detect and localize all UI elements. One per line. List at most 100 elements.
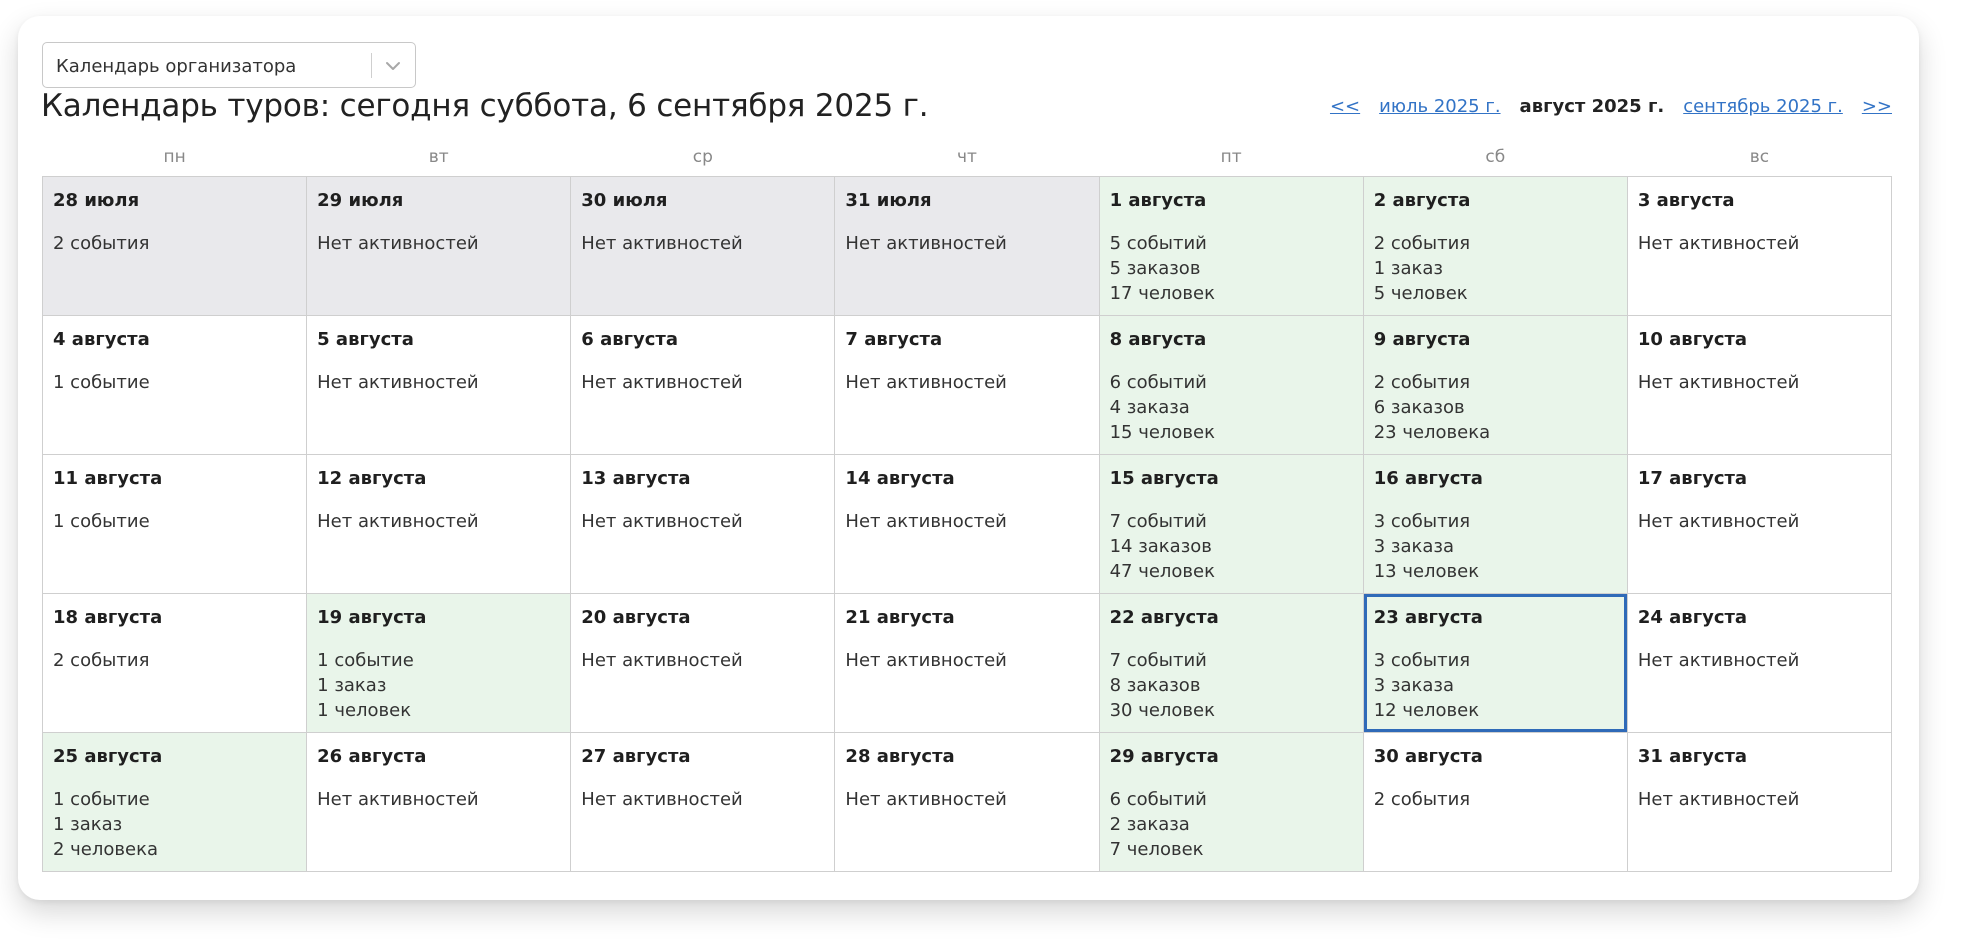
day-stat-line: 6 событий [1109, 789, 1207, 810]
day-stat-line: 6 заказов [1373, 397, 1465, 418]
calendar-day-cell[interactable]: 3 августа Нет активностей [1626, 176, 1893, 316]
day-date-label: 24 августа [1637, 607, 1748, 628]
day-stat-line: 47 человек [1109, 561, 1215, 582]
day-stat-line: Нет активностей [1637, 789, 1800, 810]
calendar-day-cell[interactable]: 19 августа 1 событие 1 заказ 1 человек [306, 593, 572, 733]
day-stat-line: Нет активностей [317, 372, 479, 393]
next-next-link[interactable]: >> [1862, 96, 1892, 117]
calendar-day-cell[interactable]: 28 июля 2 события [41, 176, 308, 316]
calendar-type-select-value: Календарь организатора [56, 56, 297, 77]
calendar-week-row: 11 августа 1 событие 12 августа Нет активно… [41, 454, 1893, 594]
calendar-day-cell[interactable]: 18 августа 2 события [41, 593, 308, 733]
calendar-day-cell[interactable]: 21 августа Нет активностей [834, 593, 1100, 733]
calendar-day-cell[interactable]: 6 августа Нет активностей [570, 315, 836, 455]
calendar-grid: пн вт ср чт пт сб вс 28 июля 2 события 29 … [41, 138, 1893, 872]
calendar-day-cell[interactable]: 1 августа 5 событий 5 заказов 17 человек [1098, 176, 1364, 316]
calendar-day-cell[interactable]: 14 августа Нет активностей [834, 454, 1100, 594]
calendar-day-cell[interactable]: 20 августа Нет активностей [570, 593, 836, 733]
calendar-day-cell[interactable]: 29 июля Нет активностей [306, 176, 572, 316]
calendar-day-cell[interactable]: 27 августа Нет активностей [570, 732, 836, 872]
calendar-day-cell[interactable]: 22 августа 7 событий 8 заказов 30 человек [1098, 593, 1364, 733]
day-date-label: 25 августа [53, 746, 163, 767]
weekday-wed: ср [692, 147, 713, 167]
day-stat-line: Нет активностей [1637, 511, 1800, 532]
page-title: Календарь туров: сегодня суббота, 6 сент… [41, 88, 929, 124]
calendar-day-cell[interactable]: 31 августа Нет активностей [1626, 732, 1893, 872]
calendar-day-cell[interactable]: 8 августа 6 событий 4 заказа 15 человек [1098, 315, 1364, 455]
calendar-day-cell[interactable]: 4 августа 1 событие [41, 315, 308, 455]
calendar-day-cell[interactable]: 15 августа 7 событий 14 заказов 47 человек [1098, 454, 1364, 594]
calendar-week-row: 28 июля 2 события 29 июля Нет активностей 30… [41, 176, 1893, 316]
day-date-label: 26 августа [317, 746, 427, 767]
calendar-day-cell[interactable]: 2 августа 2 события 1 заказ 5 человек [1362, 176, 1628, 316]
calendar-day-cell[interactable]: 23 августа 3 события 3 заказа 12 человек [1362, 593, 1628, 733]
calendar-day-cell[interactable]: 9 августа 2 события 6 заказов 23 человека [1362, 315, 1628, 455]
day-date-label: 8 августа [1109, 329, 1207, 350]
calendar-day-cell[interactable]: 25 августа 1 событие 1 заказ 2 человека [41, 732, 308, 872]
chevron-down-icon[interactable] [380, 55, 406, 77]
day-date-label: 18 августа [53, 607, 163, 628]
day-stat-line: 2 события [1373, 233, 1471, 254]
day-stat-line: Нет активностей [845, 233, 1007, 254]
day-date-label: 17 августа [1637, 468, 1748, 489]
calendar-day-cell[interactable]: 30 июля Нет активностей [570, 176, 836, 316]
current-month-label: август 2025 г. [1519, 96, 1665, 117]
day-date-label: 12 августа [317, 468, 427, 489]
calendar-day-cell[interactable]: 26 августа Нет активностей [306, 732, 572, 872]
day-stat-line: 2 события [1373, 789, 1471, 810]
day-date-label: 10 августа [1637, 329, 1748, 350]
day-date-label: 2 августа [1373, 190, 1471, 211]
calendar-day-cell[interactable]: 5 августа Нет активностей [306, 315, 572, 455]
calendar-type-select[interactable]: Календарь организатора [42, 42, 416, 88]
day-stat-line: Нет активностей [1637, 233, 1800, 254]
calendar-week-row: 4 августа 1 событие 5 августа Нет активност… [41, 315, 1893, 455]
day-stat-line: Нет активностей [581, 650, 743, 671]
day-date-label: 28 июля [53, 190, 140, 211]
day-date-label: 19 августа [317, 607, 427, 628]
day-date-label: 11 августа [53, 468, 163, 489]
calendar-day-cell[interactable]: 10 августа Нет активностей [1626, 315, 1893, 455]
day-date-label: 1 августа [1109, 190, 1207, 211]
day-date-label: 16 августа [1373, 468, 1483, 489]
day-date-label: 20 августа [581, 607, 691, 628]
day-stat-line: 15 человек [1109, 422, 1215, 443]
day-stat-line: 2 события [1373, 372, 1471, 393]
day-date-label: 22 августа [1109, 607, 1219, 628]
day-stat-line: 3 события [1373, 650, 1471, 671]
prev-prev-link[interactable]: << [1330, 96, 1360, 117]
prev-month-link[interactable]: июль 2025 г. [1379, 96, 1500, 117]
day-date-label: 28 августа [845, 746, 955, 767]
calendar-day-cell[interactable]: 24 августа Нет активностей [1626, 593, 1893, 733]
day-stat-line: 13 человек [1373, 561, 1480, 582]
day-date-label: 21 августа [845, 607, 955, 628]
calendar-day-cell[interactable]: 17 августа Нет активностей [1626, 454, 1893, 594]
calendar-day-cell[interactable]: 11 августа 1 событие [41, 454, 308, 594]
day-date-label: 27 августа [581, 746, 691, 767]
next-month-link[interactable]: сентябрь 2025 г. [1683, 96, 1843, 117]
calendar-week-row: 25 августа 1 событие 1 заказ 2 человека 26 а… [41, 732, 1893, 872]
day-stat-line: 14 заказов [1109, 536, 1212, 557]
day-stat-line: 4 заказа [1109, 397, 1190, 418]
day-stat-line: 12 человек [1373, 700, 1480, 721]
day-stat-line: Нет активностей [1637, 650, 1800, 671]
weekday-thu: чт [957, 147, 977, 167]
day-stat-line: 2 заказа [1109, 814, 1190, 835]
day-date-label: 13 августа [581, 468, 691, 489]
calendar-day-cell[interactable]: 31 июля Нет активностей [834, 176, 1100, 316]
day-stat-line: 1 заказ [53, 814, 123, 835]
day-stat-line: Нет активностей [581, 789, 743, 810]
day-date-label: 9 августа [1373, 329, 1471, 350]
day-date-label: 7 августа [845, 329, 943, 350]
calendar-day-cell[interactable]: 30 августа 2 события [1362, 732, 1628, 872]
calendar-day-cell[interactable]: 7 августа Нет активностей [834, 315, 1100, 455]
day-stat-line: 1 событие [317, 650, 414, 671]
weekday-fri: пт [1220, 147, 1242, 167]
day-stat-line: 1 событие [53, 789, 150, 810]
day-stat-line: Нет активностей [581, 511, 743, 532]
calendar-day-cell[interactable]: 29 августа 6 событий 2 заказа 7 человек [1098, 732, 1364, 872]
calendar-day-cell[interactable]: 28 августа Нет активностей [834, 732, 1100, 872]
calendar-day-cell[interactable]: 16 августа 3 события 3 заказа 13 человек [1362, 454, 1628, 594]
calendar-day-cell[interactable]: 13 августа Нет активностей [570, 454, 836, 594]
calendar-day-cell[interactable]: 12 августа Нет активностей [306, 454, 572, 594]
day-stat-line: 5 заказов [1109, 258, 1201, 279]
